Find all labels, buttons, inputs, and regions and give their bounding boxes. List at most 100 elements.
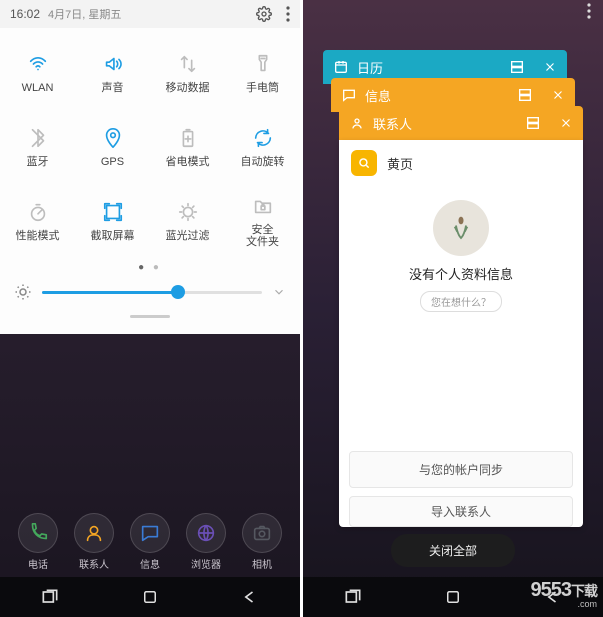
qs-tile-label: GPS bbox=[101, 156, 124, 168]
qs-tile-bluetooth[interactable]: 蓝牙 bbox=[0, 110, 75, 184]
recents-button[interactable] bbox=[40, 587, 60, 607]
split-icon[interactable] bbox=[517, 87, 533, 103]
rotate-icon bbox=[252, 126, 274, 150]
contacts-icon bbox=[349, 115, 365, 131]
card-title: 信息 bbox=[365, 86, 509, 105]
qs-tile-rotate[interactable]: 自动旋转 bbox=[225, 110, 300, 184]
close-icon[interactable] bbox=[551, 88, 565, 102]
gps-icon bbox=[102, 126, 124, 150]
qs-tile-label: 性能模式 bbox=[16, 230, 60, 242]
dock-item-browser[interactable]: 浏览器 bbox=[186, 513, 226, 571]
close-icon[interactable] bbox=[559, 116, 573, 130]
qs-tile-bluelight[interactable]: 蓝光过滤 bbox=[150, 184, 225, 258]
dock-item-camera[interactable]: 相机 bbox=[242, 513, 282, 571]
contacts-icon bbox=[74, 513, 114, 553]
qs-tile-label: 手电筒 bbox=[246, 82, 279, 94]
qs-tile-secure-folder[interactable]: 安全 文件夹 bbox=[225, 184, 300, 258]
close-icon[interactable] bbox=[543, 60, 557, 74]
more-icon[interactable] bbox=[286, 6, 290, 22]
status-pill[interactable]: 您在想什么？ bbox=[420, 291, 502, 312]
app-card-contacts[interactable]: 联系人 bbox=[339, 106, 583, 140]
messages-icon bbox=[130, 513, 170, 553]
recent-apps-stack: 日历 信息 联系人 黄页 bbox=[323, 50, 583, 527]
dock-item-contacts[interactable]: 联系人 bbox=[74, 513, 114, 571]
no-profile-text: 没有个人资料信息 bbox=[409, 264, 513, 283]
secure-folder-icon bbox=[252, 194, 274, 218]
dock-label: 浏览器 bbox=[191, 556, 221, 571]
qs-tile-label: 声音 bbox=[102, 82, 124, 94]
dock: 电话 联系人 信息 浏览器 相机 bbox=[0, 513, 300, 571]
sound-icon bbox=[102, 52, 124, 76]
qs-tile-label: 蓝光过滤 bbox=[166, 230, 210, 242]
qs-tile-data[interactable]: 移动数据 bbox=[150, 36, 225, 110]
qs-tile-label: 省电模式 bbox=[166, 156, 210, 168]
wifi-icon bbox=[27, 52, 49, 76]
back-button[interactable] bbox=[240, 587, 260, 607]
qs-tile-label: 移动数据 bbox=[166, 82, 210, 94]
qs-tile-label: 自动旋转 bbox=[241, 156, 285, 168]
qs-tile-label: 截取屏幕 bbox=[91, 230, 135, 242]
dock-label: 信息 bbox=[140, 556, 160, 571]
qs-tile-performance[interactable]: 性能模式 bbox=[0, 184, 75, 258]
bluetooth-icon bbox=[27, 126, 49, 150]
home-button[interactable] bbox=[141, 588, 159, 606]
more-icon[interactable] bbox=[587, 3, 591, 19]
data-icon bbox=[177, 52, 199, 76]
qs-tile-battery-saver[interactable]: 省电模式 bbox=[150, 110, 225, 184]
browser-icon bbox=[186, 513, 226, 553]
split-icon[interactable] bbox=[509, 59, 525, 75]
performance-icon bbox=[27, 200, 49, 224]
device-right: 日历 信息 联系人 黄页 bbox=[303, 0, 603, 617]
yellow-pages-row[interactable]: 黄页 bbox=[339, 140, 583, 186]
date-label: 4月7日, 星期五 bbox=[48, 6, 121, 22]
status-bar bbox=[303, 0, 603, 22]
status-bar: 16:02 4月7日, 星期五 bbox=[0, 0, 300, 28]
camera-icon bbox=[242, 513, 282, 553]
screenshot-icon bbox=[102, 200, 124, 224]
battery-saver-icon bbox=[177, 126, 199, 150]
page-indicator[interactable]: ● ● bbox=[0, 258, 300, 277]
quick-settings-panel: WLAN 声音 移动数据 手电筒蓝牙 GPS 省电模式 自动旋转性能模式 截取屏幕 蓝光过滤 安全… bbox=[0, 28, 300, 334]
qs-tile-screenshot[interactable]: 截取屏幕 bbox=[75, 184, 150, 258]
dock-label: 电话 bbox=[28, 556, 48, 571]
flashlight-icon bbox=[252, 52, 274, 76]
messages-icon bbox=[341, 87, 357, 103]
qs-tile-sound[interactable]: 声音 bbox=[75, 36, 150, 110]
avatar[interactable] bbox=[433, 200, 489, 256]
yellow-pages-icon bbox=[351, 150, 377, 176]
card-title: 日历 bbox=[357, 58, 501, 77]
bluelight-icon bbox=[177, 200, 199, 224]
dock-item-phone[interactable]: 电话 bbox=[18, 513, 58, 571]
qs-tile-label: 安全 文件夹 bbox=[246, 224, 279, 248]
brightness-row bbox=[0, 277, 300, 315]
calendar-icon bbox=[333, 59, 349, 75]
device-left: 16:02 4月7日, 星期五 WLAN 声音 移动数据 手电筒蓝牙 GPS 省电模式 自动… bbox=[0, 0, 300, 617]
qs-tile-flashlight[interactable]: 手电筒 bbox=[225, 36, 300, 110]
recents-button[interactable] bbox=[343, 587, 363, 607]
home-button[interactable] bbox=[444, 588, 462, 606]
settings-icon[interactable] bbox=[256, 6, 272, 22]
phone-icon bbox=[18, 513, 58, 553]
profile-empty-state: 没有个人资料信息 您在想什么？ bbox=[339, 186, 583, 330]
dock-label: 相机 bbox=[252, 556, 272, 571]
panel-handle[interactable] bbox=[130, 315, 170, 318]
dock-label: 联系人 bbox=[79, 556, 109, 571]
card-title: 联系人 bbox=[373, 114, 517, 133]
contacts-app-body: 黄页 没有个人资料信息 您在想什么？ 与您的帐户同步 导入联系人 bbox=[339, 140, 583, 527]
chevron-down-icon[interactable] bbox=[272, 285, 286, 299]
qs-tile-label: WLAN bbox=[22, 82, 54, 94]
navigation-bar bbox=[0, 577, 300, 617]
split-icon[interactable] bbox=[525, 115, 541, 131]
close-all-button[interactable]: 关闭全部 bbox=[391, 534, 515, 567]
clock: 16:02 bbox=[10, 7, 40, 21]
brightness-icon bbox=[14, 283, 32, 301]
dock-item-messages[interactable]: 信息 bbox=[130, 513, 170, 571]
qs-tile-gps[interactable]: GPS bbox=[75, 110, 150, 184]
sync-button[interactable]: 与您的帐户同步 bbox=[349, 451, 573, 488]
yellow-pages-label: 黄页 bbox=[387, 154, 413, 173]
import-button[interactable]: 导入联系人 bbox=[349, 496, 573, 527]
watermark: 9553下载 .com bbox=[531, 580, 598, 609]
qs-tile-label: 蓝牙 bbox=[27, 156, 49, 168]
brightness-slider[interactable] bbox=[42, 291, 262, 294]
qs-tile-wifi[interactable]: WLAN bbox=[0, 36, 75, 110]
